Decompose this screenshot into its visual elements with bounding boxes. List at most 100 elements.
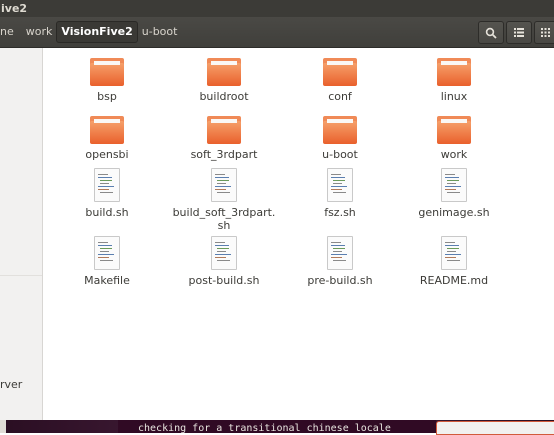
breadcrumb: ne work VisionFive2 u-boot bbox=[0, 21, 181, 43]
text-line-decoration bbox=[447, 192, 460, 193]
text-file-icon bbox=[211, 168, 237, 202]
text-file-icon bbox=[211, 236, 237, 270]
breadcrumb-item-u-boot[interactable]: u-boot bbox=[138, 21, 182, 43]
folder-icon bbox=[437, 116, 471, 144]
text-line-decoration bbox=[217, 192, 230, 193]
item-label: buildroot bbox=[199, 90, 249, 103]
text-line-decoration bbox=[331, 257, 342, 258]
text-line-decoration bbox=[447, 180, 459, 181]
text-line-decoration bbox=[333, 183, 342, 184]
text-line-decoration bbox=[445, 189, 456, 190]
text-line-decoration bbox=[215, 177, 229, 178]
item-label: conf bbox=[328, 90, 352, 103]
file-item-post-build-sh[interactable]: post-build.sh bbox=[160, 236, 288, 287]
grid-view-icon bbox=[540, 28, 550, 37]
text-line-decoration bbox=[447, 248, 459, 249]
file-item-makefile[interactable]: Makefile bbox=[43, 236, 171, 287]
text-file-icon bbox=[441, 168, 467, 202]
item-label: build_soft_3rdpart. sh bbox=[172, 206, 276, 232]
text-line-decoration bbox=[100, 183, 109, 184]
text-line-decoration bbox=[333, 180, 345, 181]
item-label: bsp bbox=[97, 90, 117, 103]
text-line-decoration bbox=[333, 192, 346, 193]
item-label: soft_3rdpart bbox=[190, 148, 258, 161]
text-line-decoration bbox=[215, 242, 225, 243]
file-item-readme-md[interactable]: README.md bbox=[390, 236, 518, 287]
window-edge bbox=[0, 420, 6, 433]
folder-item-linux[interactable]: linux bbox=[390, 58, 518, 103]
item-label: opensbi bbox=[85, 148, 129, 161]
folder-item-u-boot[interactable]: u-boot bbox=[276, 116, 404, 161]
item-label: work bbox=[440, 148, 468, 161]
text-line-decoration bbox=[215, 186, 231, 187]
file-grid: bsp buildroot conf linux opensbi soft_3r… bbox=[43, 48, 554, 420]
folder-icon bbox=[323, 116, 357, 144]
text-line-decoration bbox=[445, 174, 455, 175]
folder-icon bbox=[90, 116, 124, 144]
text-line-decoration bbox=[98, 254, 114, 255]
item-label: pre-build.sh bbox=[307, 274, 373, 287]
folder-item-work[interactable]: work bbox=[390, 116, 518, 161]
list-view-button[interactable] bbox=[506, 21, 532, 44]
text-line-decoration bbox=[98, 242, 108, 243]
file-item-genimage-sh[interactable]: genimage.sh bbox=[390, 168, 518, 219]
text-line-decoration bbox=[445, 245, 459, 246]
text-line-decoration bbox=[333, 260, 346, 261]
item-label: fsz.sh bbox=[324, 206, 356, 219]
text-line-decoration bbox=[445, 242, 455, 243]
folder-item-bsp[interactable]: bsp bbox=[43, 58, 171, 103]
text-line-decoration bbox=[217, 260, 230, 261]
folder-item-soft-3rdpart[interactable]: soft_3rdpart bbox=[160, 116, 288, 161]
item-label: Makefile bbox=[84, 274, 130, 287]
sidebar-item-label[interactable]: rver bbox=[0, 378, 22, 391]
folder-icon bbox=[90, 58, 124, 86]
text-file-icon bbox=[327, 236, 353, 270]
folder-item-opensbi[interactable]: opensbi bbox=[43, 116, 171, 161]
file-item-fsz-sh[interactable]: fsz.sh bbox=[276, 168, 404, 219]
text-line-decoration bbox=[333, 248, 345, 249]
breadcrumb-item-visionfive2[interactable]: VisionFive2 bbox=[56, 21, 138, 43]
file-item-build-soft-3rdpart-sh[interactable]: build_soft_3rdpart. sh bbox=[160, 168, 288, 232]
text-line-decoration bbox=[331, 186, 347, 187]
folder-item-buildroot[interactable]: buildroot bbox=[160, 58, 288, 103]
text-line-decoration bbox=[98, 189, 109, 190]
text-line-decoration bbox=[445, 177, 459, 178]
sidebar-divider bbox=[0, 275, 42, 276]
breadcrumb-item-work[interactable]: work bbox=[22, 21, 57, 43]
text-line-decoration bbox=[445, 257, 456, 258]
text-line-decoration bbox=[445, 254, 461, 255]
text-line-decoration bbox=[331, 189, 342, 190]
sidebar: rver bbox=[0, 48, 43, 420]
folder-item-conf[interactable]: conf bbox=[276, 58, 404, 103]
text-line-decoration bbox=[100, 192, 113, 193]
text-line-decoration bbox=[447, 260, 460, 261]
text-line-decoration bbox=[100, 251, 109, 252]
folder-icon bbox=[207, 58, 241, 86]
folder-icon bbox=[207, 116, 241, 144]
item-label: genimage.sh bbox=[418, 206, 490, 219]
header-bar: ne work VisionFive2 u-boot bbox=[0, 17, 554, 48]
text-line-decoration bbox=[217, 183, 226, 184]
search-button[interactable] bbox=[478, 21, 504, 44]
text-file-icon bbox=[441, 236, 467, 270]
text-line-decoration bbox=[215, 254, 231, 255]
search-icon bbox=[485, 27, 497, 39]
file-item-build-sh[interactable]: build.sh bbox=[43, 168, 171, 219]
window-title: ive2 bbox=[0, 0, 554, 17]
text-file-icon bbox=[327, 168, 353, 202]
text-line-decoration bbox=[333, 251, 342, 252]
breadcrumb-item-home[interactable]: ne bbox=[0, 21, 22, 43]
grid-view-button[interactable] bbox=[534, 21, 554, 44]
item-label: README.md bbox=[419, 274, 489, 287]
text-line-decoration bbox=[217, 180, 229, 181]
text-line-decoration bbox=[331, 174, 341, 175]
text-line-decoration bbox=[215, 189, 226, 190]
file-item-pre-build-sh[interactable]: pre-build.sh bbox=[276, 236, 404, 287]
text-line-decoration bbox=[331, 177, 345, 178]
text-line-decoration bbox=[215, 245, 229, 246]
list-view-icon bbox=[514, 28, 524, 37]
text-file-icon bbox=[94, 236, 120, 270]
item-label: build.sh bbox=[85, 206, 129, 219]
terminal-window[interactable]: checking for a transitional chinese loca… bbox=[118, 420, 436, 433]
text-line-decoration bbox=[215, 174, 225, 175]
